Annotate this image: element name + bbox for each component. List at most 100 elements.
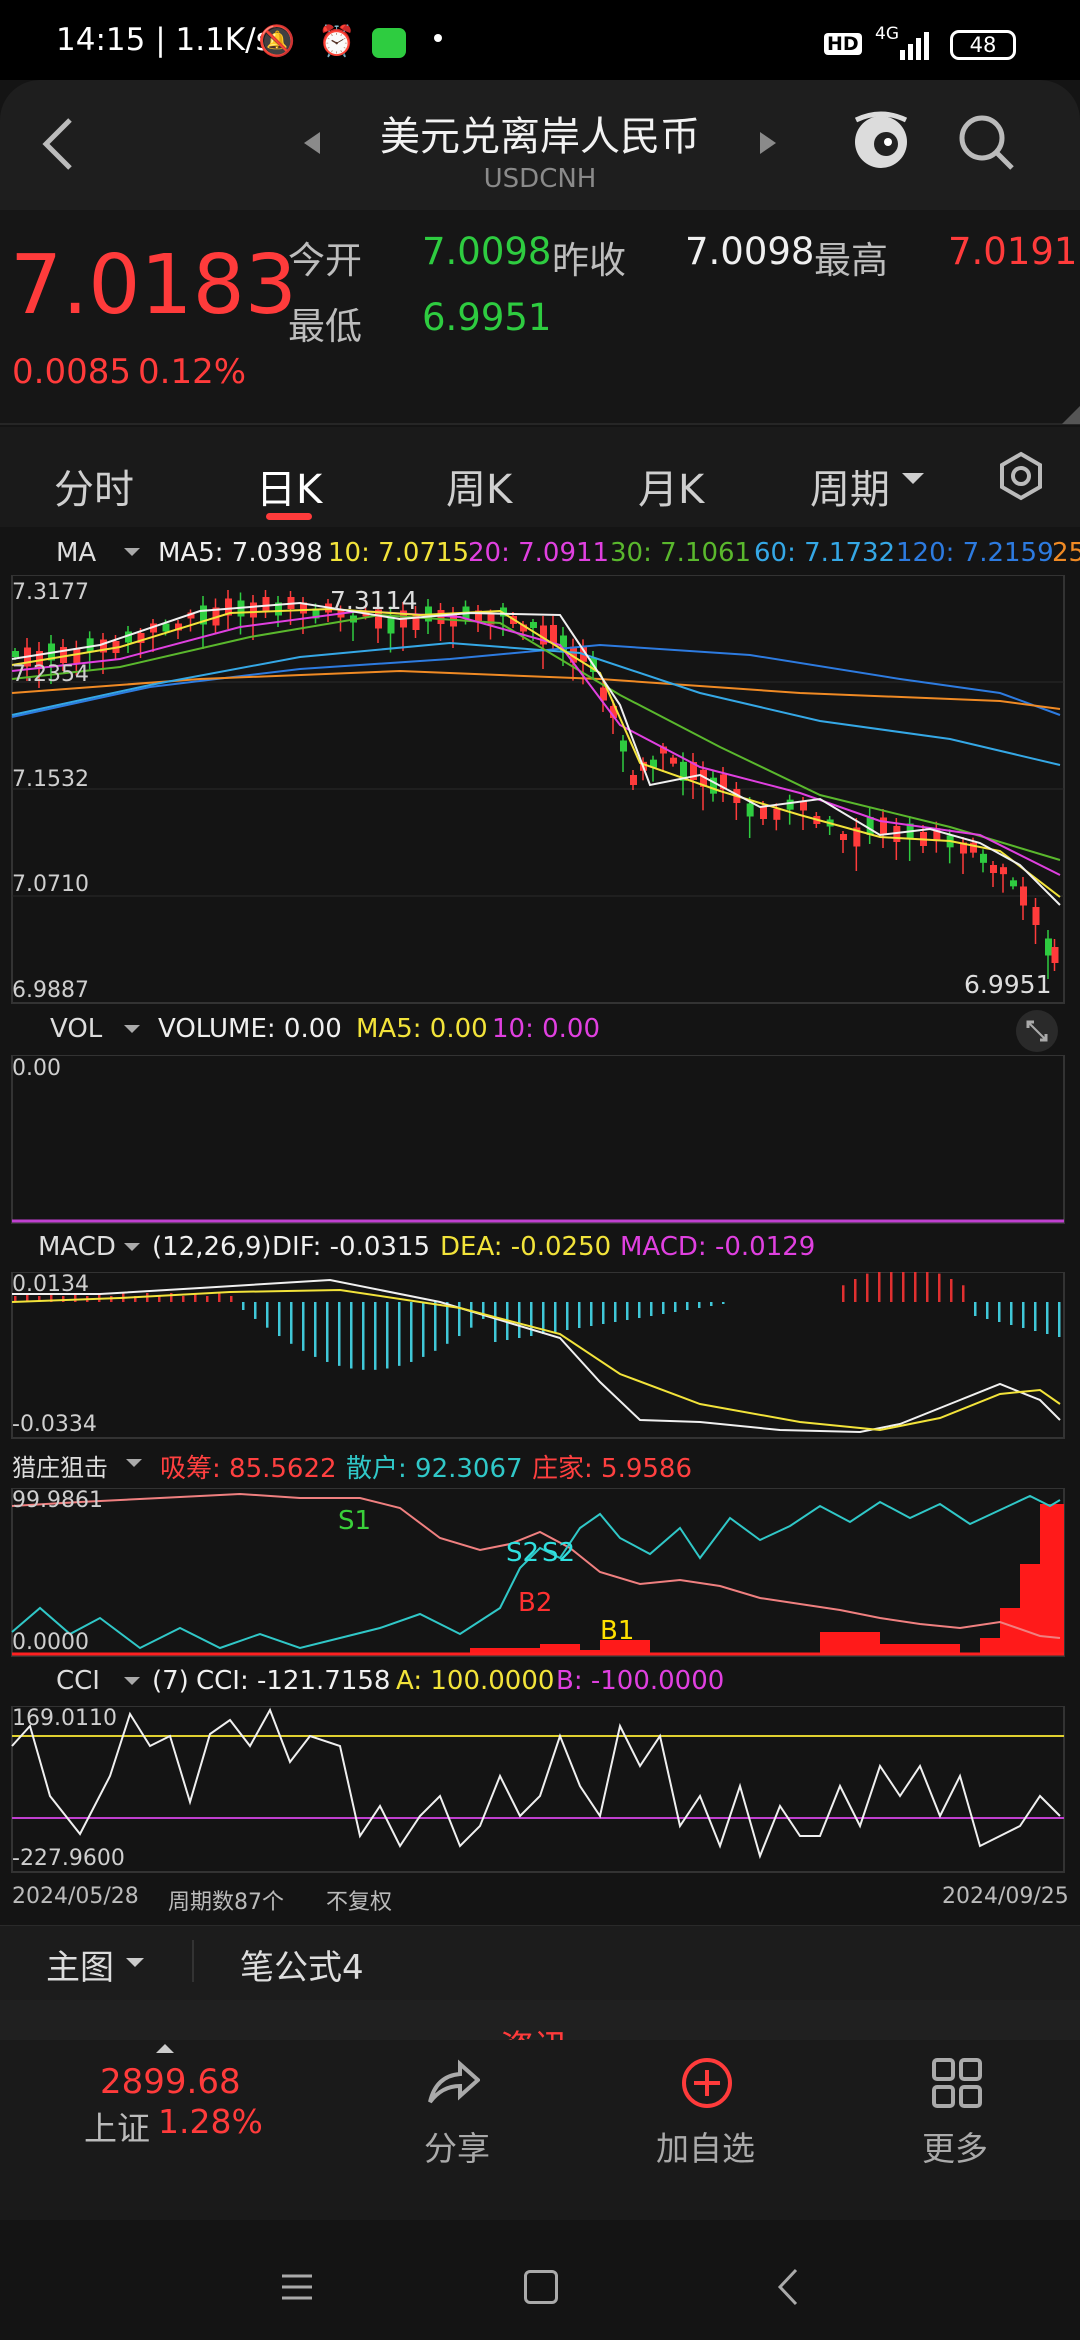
chevron-down-icon[interactable] [126,1958,144,1967]
index-pct[interactable]: 1.28% [158,2102,263,2141]
macd-bar [962,1285,965,1302]
chart-options-bar: 主图 笔公式4 [0,1925,1080,2000]
tab-active-indicator [266,513,312,520]
add-watchlist-icon[interactable] [680,2056,734,2110]
ma30-value: 30: 7.1061 [610,538,752,568]
macd-bar [1010,1302,1013,1325]
macd-bar [722,1302,725,1304]
wechat-icon [372,28,406,58]
tab-intraday[interactable]: 分时 [54,457,134,515]
volume-value: VOLUME: 0.00 [158,1014,342,1044]
ma5-value: MA5: 7.0398 [158,538,323,568]
candle-body [746,803,754,817]
status-bar: 14:15 | 1.1K/s 🔕 ⏰ HD 4G 48 [0,0,1080,80]
macd-chart [11,1272,1065,1439]
index-name[interactable]: 上证 [84,2102,150,2150]
signal-icon [900,28,936,60]
candle-body [1051,947,1059,963]
formula-selector[interactable]: 笔公式4 [240,1940,364,1989]
zhuang-y-top: 99.9861 [12,1488,103,1513]
cci-indicator-label[interactable]: CCI [56,1666,100,1696]
ma-indicator-label[interactable]: MA [56,538,96,568]
macd-bar [674,1302,677,1312]
alarm-icon: ⏰ [318,24,356,59]
chevron-up-icon[interactable] [156,2044,174,2053]
ma250-value: 25 [1052,538,1080,568]
zhuangjia-bars [470,1504,1064,1654]
ma60-line [11,641,1061,766]
back-nav-icon[interactable] [776,2268,800,2306]
zhuangjia-bar [1020,1564,1040,1654]
candle-body [880,817,887,835]
settings-icon[interactable] [996,451,1046,501]
chevron-down-icon[interactable] [124,1243,140,1251]
period-tabs: 分时 日K 周K 月K 周期 [0,427,1080,527]
macd-legend: MACD (12,26,9) DIF: -0.0315 DEA: -0.0250… [0,1226,1080,1271]
ma10-value: 10: 7.0715 [328,538,470,568]
back-button[interactable] [38,114,78,174]
macd-bar [470,1302,473,1328]
macd-bar [926,1272,929,1302]
prev-symbol-button[interactable] [300,128,324,158]
cci-line [11,1707,1061,1860]
zhuangjia-bar [1040,1504,1064,1654]
menu-icon[interactable] [280,2272,314,2302]
peak-price-label: 7.3114 [330,586,418,615]
current-price: 7.0183 [10,238,297,333]
bottom-action-bar: 2899.68 上证 1.28% 分享 加自选 更多 [0,2040,1080,2220]
battery-icon: 48 [950,30,1016,60]
share-label[interactable]: 分享 [424,2122,490,2170]
chevron-down-icon[interactable] [124,548,140,556]
zhuang-legend: 猎庄狙击 吸筹: 85.5622 散户: 92.3067 庄家: 5.9586 [0,1442,1080,1487]
candlestick-chart[interactable] [0,575,1080,1005]
adjust-mode[interactable]: 不复权 [326,1884,392,1916]
expand-corner-icon[interactable] [1062,406,1080,424]
index-value[interactable]: 2899.68 [100,2062,241,2102]
zhuangjia-value: 庄家: 5.9586 [532,1454,692,1484]
vol-ma10-value: 10: 0.00 [492,1014,600,1044]
ma60-value: 60: 7.1732 [754,538,896,568]
tab-monthly[interactable]: 月K [638,457,704,515]
news-peek-label[interactable]: 资讯 [500,2020,568,2040]
candle-body [162,623,170,632]
chevron-down-icon[interactable] [126,1459,142,1467]
fullscreen-icon[interactable] [1016,1010,1058,1052]
xichou-value: 吸筹: 85.5622 [160,1454,337,1484]
end-date: 2024/09/25 [942,1884,1069,1909]
candle-body [1010,880,1017,887]
macd-bar [182,1296,185,1302]
cci-value: CCI: -121.7158 [196,1666,391,1696]
home-icon[interactable] [524,2270,558,2304]
more-grid-icon[interactable] [930,2056,984,2110]
share-icon[interactable] [426,2058,482,2108]
add-watchlist-label[interactable]: 加自选 [656,2122,755,2170]
candle-body [1032,907,1040,925]
main-chart-selector[interactable]: 主图 [46,1940,114,1989]
low-label: 最低 [288,305,362,348]
vol-indicator-label[interactable]: VOL [50,1014,102,1044]
candle-body [786,799,794,810]
cci-a-value: A: 100.0000 [396,1666,555,1696]
tab-daily[interactable]: 日K [256,457,322,515]
candle-body [250,602,257,618]
ma5-line [11,601,1061,906]
candle-body [990,865,997,873]
macd-indicator-label[interactable]: MACD [38,1232,116,1262]
tab-period[interactable]: 周期 [810,457,890,515]
volume-chart [11,1055,1065,1224]
more-label[interactable]: 更多 [922,2122,988,2170]
macd-bar [338,1302,341,1366]
search-icon[interactable] [956,112,1018,174]
price-change-pct: 0.12% [138,352,247,392]
next-symbol-button[interactable] [756,128,780,158]
zhuang-indicator-label[interactable]: 猎庄狙击 [12,1448,108,1483]
dea-line [11,1288,1061,1432]
tab-weekly[interactable]: 周K [446,457,512,515]
chevron-down-icon[interactable] [124,1677,140,1685]
mascot-icon[interactable] [846,106,916,176]
macd-bar [686,1302,689,1310]
signal-b2: B2 [518,1588,553,1618]
macd-y-bottom: -0.0334 [12,1412,97,1437]
macd-bar [482,1302,485,1319]
chevron-down-icon[interactable] [124,1025,140,1033]
